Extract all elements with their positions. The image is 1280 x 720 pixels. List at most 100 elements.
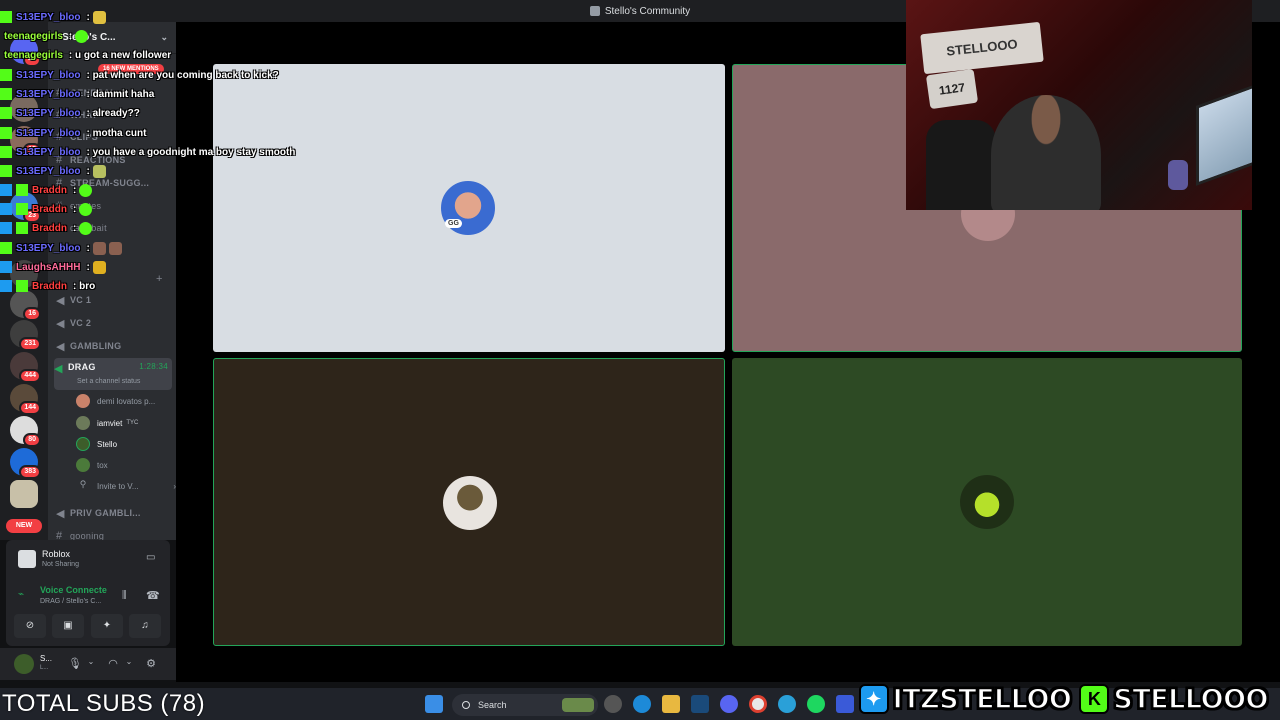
chat-message: teenagegirls: xyxy=(4,28,89,44)
avatar xyxy=(76,458,90,472)
chat-text: : xyxy=(86,261,90,273)
channel-drag-active[interactable]: ◀ DRAG 1:28:34 xyxy=(54,358,172,390)
taskbar-search[interactable]: Search xyxy=(452,694,598,716)
new-server-pill[interactable]: NEW xyxy=(6,519,42,533)
member-name: Stello xyxy=(97,439,118,449)
avatar[interactable] xyxy=(14,654,34,674)
voice-duration: 1:28:34 xyxy=(139,362,168,371)
platform-icon xyxy=(0,261,12,273)
server-icon-11[interactable]: 383 xyxy=(10,448,41,479)
speaker-icon: ◀ xyxy=(56,317,65,330)
channel-label: PRIV GAMBLI... xyxy=(70,508,141,518)
tile-bottom-left[interactable] xyxy=(213,358,725,646)
voice-member[interactable]: demi lovatos p... xyxy=(76,392,172,410)
camera-off-button[interactable]: ⊘ xyxy=(14,614,46,638)
speaker-icon: ◀ xyxy=(56,340,65,353)
member-name: iamviet xyxy=(97,418,123,428)
voice-channel-label: DRAG / Stello's C... xyxy=(40,598,102,605)
voice-member[interactable]: Stello xyxy=(76,435,172,453)
chat-username: S13EPY_bloo xyxy=(16,127,81,139)
server-icon-9[interactable]: 144 xyxy=(10,384,41,415)
file-explorer-icon[interactable] xyxy=(662,695,680,713)
hash-icon: # xyxy=(56,530,63,540)
spotify-icon[interactable] xyxy=(807,695,825,713)
platform-icon xyxy=(0,165,12,177)
activities-button[interactable]: ✦ xyxy=(91,614,123,638)
platform-icon xyxy=(0,88,12,100)
server-icon-7[interactable]: 231 xyxy=(10,320,41,351)
chevron-down-icon[interactable]: ⌄ xyxy=(84,657,98,671)
channel-label: DRAG xyxy=(68,362,96,372)
app-icon[interactable] xyxy=(836,695,854,713)
windows-start-icon[interactable] xyxy=(425,695,443,713)
speaker-icon: ◀ xyxy=(54,363,63,375)
telegram-icon[interactable] xyxy=(778,695,796,713)
add-user-icon: ⚲ xyxy=(79,479,87,489)
chat-text: : pat when are you coming back to kick? xyxy=(86,69,279,81)
discord-icon[interactable] xyxy=(720,695,738,713)
emote-icon xyxy=(92,10,106,24)
chat-username: LaughsAHHH xyxy=(16,261,81,273)
invite-to-voice[interactable]: ⚲ Invite to V... › xyxy=(76,477,176,495)
voice-member[interactable]: iamviet TYC xyxy=(76,414,172,432)
badge-icon xyxy=(16,280,28,292)
signal-icon[interactable]: ⌁ xyxy=(18,589,24,600)
chrome-icon[interactable] xyxy=(749,695,767,713)
channel-gooning[interactable]: # gooning xyxy=(56,527,172,540)
noise-suppression-icon[interactable]: ⫼ xyxy=(122,590,127,601)
avatar-decoration: GG xyxy=(445,219,462,228)
chat-username: Braddn xyxy=(32,222,67,234)
avatar xyxy=(76,416,90,430)
channel-status-prompt[interactable]: Set a channel status xyxy=(77,378,140,385)
platform-icon xyxy=(0,280,12,292)
channel-label: GAMBLING xyxy=(70,341,122,351)
headphones-icon[interactable]: ◠ xyxy=(106,657,120,671)
mention-badge: 144 xyxy=(19,401,41,415)
roblox-icon xyxy=(18,550,36,568)
platform-icon xyxy=(0,203,12,215)
channel-priv-gambling[interactable]: ◀ PRIV GAMBLI... xyxy=(56,504,172,522)
voice-member[interactable]: tox xyxy=(76,456,172,474)
mention-badge: 383 xyxy=(19,465,41,479)
chat-message: Braddn: xyxy=(0,220,93,236)
disconnect-icon[interactable]: ☎ xyxy=(146,589,160,602)
chat-username: Braddn xyxy=(32,203,67,215)
chat-overlay: S13EPY_bloo: teenagegirls: teenagegirls:… xyxy=(0,0,420,300)
server-icon-10[interactable]: 80 xyxy=(10,416,41,447)
chevron-down-icon[interactable]: ⌄ xyxy=(122,657,136,671)
mention-badge: 80 xyxy=(23,433,41,447)
platform-icon xyxy=(0,107,12,119)
gear-icon[interactable]: ⚙ xyxy=(144,657,158,671)
badge-icon xyxy=(16,222,28,234)
total-subs-counter: TOTAL SUBS (78) xyxy=(2,690,206,717)
chat-text: : xyxy=(73,222,77,234)
edge-icon[interactable] xyxy=(633,695,651,713)
channel-gambling[interactable]: ◀ GAMBLING xyxy=(56,337,172,355)
chat-username: S13EPY_bloo xyxy=(16,11,81,23)
copilot-icon[interactable] xyxy=(604,695,622,713)
mention-badge: 231 xyxy=(19,337,41,351)
steam-icon[interactable] xyxy=(691,695,709,713)
kick-handle: K STELLOOO xyxy=(1079,683,1269,715)
soundboard-button[interactable]: ♫ xyxy=(129,614,161,638)
emote-icon xyxy=(79,183,93,197)
microphone-icon[interactable]: 🎙 xyxy=(68,657,82,671)
stream-activity-icon[interactable]: ▭ xyxy=(146,552,155,563)
server-icon-8[interactable]: 444 xyxy=(10,352,41,383)
tile-bottom-right[interactable] xyxy=(732,358,1242,646)
channel-vc2[interactable]: ◀ VC 2 xyxy=(56,314,172,332)
avatar xyxy=(76,394,90,408)
screen-share-button[interactable]: ▣ xyxy=(52,614,84,638)
member-tag: TYC xyxy=(126,420,139,426)
chat-message: teenagegirls: u got a new follower xyxy=(4,47,171,63)
server-icon-12[interactable] xyxy=(10,480,38,508)
mention-badge: 16 xyxy=(23,307,41,321)
platform-icon xyxy=(0,222,12,234)
member-name: tox xyxy=(97,460,108,470)
chat-message: S13EPY_bloo: xyxy=(0,163,106,179)
channel-label: gooning xyxy=(70,531,105,540)
chat-message: S13EPY_bloo: xyxy=(0,9,106,25)
emote-icon xyxy=(92,241,106,255)
speaker-icon: ◀ xyxy=(56,507,65,520)
platform-icon xyxy=(0,242,12,254)
